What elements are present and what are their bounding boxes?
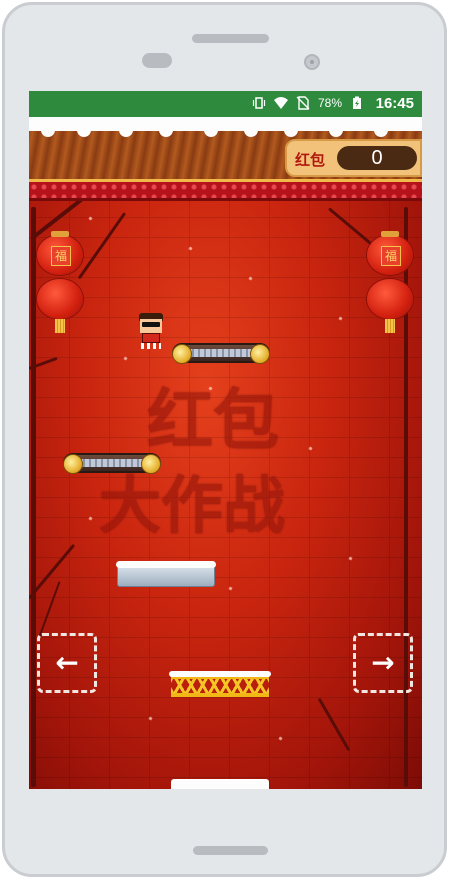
scroll-platform-cap [172,344,192,364]
lantern-glyph: 福 [381,246,401,266]
tree-branch [31,207,36,787]
scroll-platform-cap [63,454,83,474]
lantern-icon [37,279,83,319]
earpiece-speaker [192,34,269,43]
spring-platform [169,671,271,697]
move-left-button[interactable]: ← [37,633,97,693]
lantern-glyph: 福 [51,246,71,266]
lantern-cap [381,231,399,237]
scroll-platform-cap [250,344,270,364]
lantern-tassel [55,319,65,333]
lantern-icon: 福 [37,231,83,275]
device-screen: 78% 16:45 红包 大作战 红包 0 福 福 ← → [29,91,422,789]
front-camera-icon [304,54,320,70]
proximity-sensor [142,53,172,68]
arrow-right-icon: → [371,646,395,679]
lantern-icon [367,279,413,319]
score-label: 红包 [295,152,326,169]
scroll-platform [63,453,161,474]
score-panel: 红包 0 [285,139,422,177]
scroll-platform-body [188,349,254,357]
arrow-left-icon: ← [55,646,79,679]
lantern-cap [51,231,69,237]
spring-platform-snow [169,671,271,677]
player-body [142,333,160,343]
scroll-platform-cap [141,454,161,474]
player-character [139,313,163,349]
lantern-tassel [385,319,395,333]
status-bar: 78% 16:45 [29,91,422,117]
lantern-icon: 福 [367,231,413,275]
bottom-speaker [193,846,268,855]
ice-platform-snow [116,561,216,568]
game-canvas[interactable]: 红包 大作战 红包 0 福 福 ← → [29,117,422,789]
watermark-title-line1: 红包 [147,382,279,459]
player-sunglasses [142,322,160,327]
ice-platform [116,561,216,587]
player-legs [141,343,161,349]
spike-platform [171,779,269,789]
vibrate-icon [252,97,266,109]
score-value: 0 [337,146,417,170]
scroll-platform-body [79,459,145,467]
scroll-platform [172,343,270,364]
battery-percent: 78% [317,96,342,110]
battery-charging-icon [353,96,361,109]
move-right-button[interactable]: → [353,633,413,693]
clock: 16:45 [375,95,414,112]
wifi-icon [273,97,288,109]
decorative-eave [29,179,422,201]
no-sim-icon [296,96,310,110]
